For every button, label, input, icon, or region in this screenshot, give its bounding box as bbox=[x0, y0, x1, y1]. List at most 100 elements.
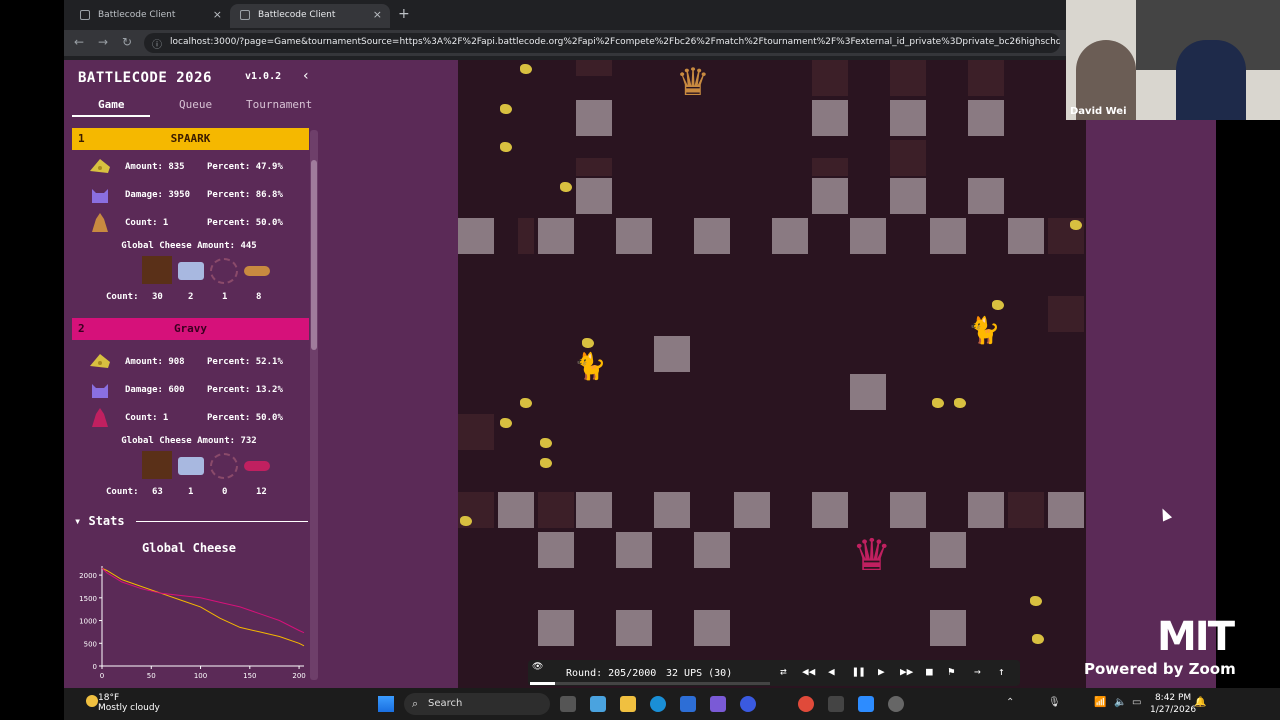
cat-icon bbox=[92, 189, 108, 203]
weather-widget[interactable]: 18°F Mostly cloudy bbox=[86, 693, 160, 713]
team-2-unit-counts: Count: 63 1 0 12 bbox=[106, 487, 306, 497]
cheese-pile bbox=[520, 398, 532, 408]
round-progress-fill bbox=[530, 682, 555, 685]
game-viewport-padding bbox=[322, 60, 458, 688]
wall-tile bbox=[968, 178, 1004, 214]
cat-trap-icon bbox=[210, 453, 238, 479]
rat-count: 12 bbox=[256, 487, 267, 497]
time: 8:42 PM bbox=[1154, 693, 1192, 703]
pause-icon[interactable]: ❚❚ bbox=[852, 665, 865, 678]
volume-icon[interactable]: 🔈 bbox=[1114, 697, 1126, 708]
dirt-tile bbox=[812, 60, 848, 96]
dirt-count: 63 bbox=[152, 487, 163, 497]
series-line-1 bbox=[101, 567, 305, 647]
count-label: Count: bbox=[106, 487, 139, 497]
tab-queue[interactable]: Queue bbox=[179, 98, 212, 111]
cheese-amount: Amount: 835 bbox=[125, 162, 185, 172]
stats-section-toggle[interactable]: ▾ Stats bbox=[74, 514, 125, 528]
new-tab-button[interactable]: + bbox=[398, 6, 410, 22]
x-tick-label: 50 bbox=[147, 672, 156, 680]
active-tab-indicator bbox=[72, 115, 150, 117]
dirt-count: 30 bbox=[152, 292, 163, 302]
upload-icon[interactable]: ↑ bbox=[998, 665, 1005, 678]
task-view-icon[interactable] bbox=[560, 696, 576, 712]
zoom-webcam-tile bbox=[1066, 0, 1280, 120]
team-2-cheese-row: Amount: 908 Percent: 52.1% bbox=[88, 353, 288, 373]
wall-tile bbox=[538, 610, 574, 646]
back-icon[interactable]: ← bbox=[74, 35, 84, 49]
terminal-icon[interactable] bbox=[828, 696, 844, 712]
wifi-icon[interactable]: 📶 bbox=[1094, 697, 1106, 708]
wall-tile bbox=[654, 492, 690, 528]
wall-tile bbox=[812, 492, 848, 528]
game-viewport-padding bbox=[1086, 120, 1216, 688]
battery-icon[interactable]: ▭ bbox=[1132, 697, 1141, 708]
copilot-icon[interactable] bbox=[590, 696, 606, 712]
tab-game[interactable]: Game bbox=[98, 98, 125, 111]
windows-start-icon[interactable] bbox=[378, 696, 394, 712]
y-tick-label: 1500 bbox=[79, 595, 97, 603]
tab-tournament[interactable]: Tournament bbox=[246, 98, 312, 111]
next-match-icon[interactable]: → bbox=[974, 665, 981, 678]
rat-count: 8 bbox=[256, 292, 262, 302]
settings-icon[interactable] bbox=[888, 696, 904, 712]
stop-icon[interactable]: ■ bbox=[926, 665, 933, 678]
round-progress-bar[interactable] bbox=[530, 682, 770, 685]
browser-chrome: Battlecode Client × Battlecode Client × … bbox=[64, 0, 1066, 60]
series-line-2 bbox=[101, 567, 305, 634]
notification-icon[interactable]: 🔔 bbox=[1194, 697, 1206, 708]
damage-amount: Damage: 3950 bbox=[125, 190, 191, 200]
faster-icon[interactable]: ▶▶ bbox=[900, 665, 913, 678]
chrome-icon[interactable] bbox=[798, 696, 814, 712]
cheese-pile bbox=[582, 338, 594, 348]
cheese-pile bbox=[1070, 220, 1082, 230]
rat-icon bbox=[244, 266, 270, 276]
team-2-count-row: Count: 1 Percent: 50.0% bbox=[88, 408, 288, 429]
reload-icon[interactable]: ↻ bbox=[122, 35, 132, 49]
app-version: v1.0.2 bbox=[245, 71, 282, 82]
forward-icon[interactable]: → bbox=[98, 35, 108, 49]
visibility-icon[interactable]: 👁 bbox=[532, 662, 543, 672]
wall-tile bbox=[890, 492, 926, 528]
file-explorer-icon[interactable] bbox=[620, 696, 636, 712]
slower-icon[interactable]: ◀◀ bbox=[802, 665, 815, 678]
wall-tile bbox=[694, 610, 730, 646]
browser-tab-2[interactable]: Battlecode Client × bbox=[230, 4, 390, 28]
rat-king-spaark: ♛ bbox=[676, 60, 711, 104]
store-icon[interactable] bbox=[680, 696, 696, 712]
tab-favicon-icon bbox=[240, 10, 250, 20]
team-header-1: 1 SPAARK bbox=[72, 128, 309, 150]
edge-icon[interactable] bbox=[650, 696, 666, 712]
dirt-tile bbox=[968, 60, 1004, 96]
site-info-icon[interactable]: ⓘ bbox=[152, 36, 162, 51]
wall-tile bbox=[930, 610, 966, 646]
taskbar-search[interactable]: ⌕ Search bbox=[404, 693, 550, 715]
browser-tab-1[interactable]: Battlecode Client × bbox=[70, 4, 230, 28]
search-placeholder: Search bbox=[428, 698, 463, 709]
tray-chevron-icon[interactable]: ⌃ bbox=[1006, 697, 1014, 708]
mic-icon[interactable]: 🎙 bbox=[1048, 697, 1061, 708]
temperature: 18°F bbox=[98, 693, 120, 703]
cat-icon bbox=[92, 384, 108, 398]
dirt-icon bbox=[142, 451, 172, 479]
sidebar-scroll-thumb[interactable] bbox=[311, 160, 317, 350]
step-forward-icon[interactable]: ▶ bbox=[878, 665, 885, 678]
game-board[interactable]: 🐈 🐈 ♛ ♛ bbox=[458, 60, 1086, 688]
dirt-tile bbox=[576, 158, 612, 176]
close-tab-icon[interactable]: × bbox=[213, 8, 222, 21]
wall-tile bbox=[538, 532, 574, 568]
dirt-tile bbox=[812, 158, 848, 176]
end-icon[interactable]: ⚑ bbox=[948, 665, 955, 678]
clock[interactable]: 8:42 PM 1/27/2026 bbox=[1150, 692, 1196, 716]
reverse-icon[interactable]: ⇄ bbox=[780, 665, 787, 678]
close-tab-icon[interactable]: × bbox=[373, 8, 382, 21]
rat-king-icon bbox=[92, 213, 108, 232]
address-bar[interactable]: ⓘ localhost:3000/?page=Game&tournamentSo… bbox=[144, 33, 1060, 53]
wall-tile bbox=[812, 178, 848, 214]
zoom-icon[interactable] bbox=[858, 696, 874, 712]
app-icon[interactable] bbox=[740, 696, 756, 712]
collapse-sidebar-icon[interactable]: ‹ bbox=[303, 68, 309, 84]
cheese-pile bbox=[1032, 634, 1044, 644]
app-icon[interactable] bbox=[710, 696, 726, 712]
step-back-icon[interactable]: ◀ bbox=[828, 665, 835, 678]
